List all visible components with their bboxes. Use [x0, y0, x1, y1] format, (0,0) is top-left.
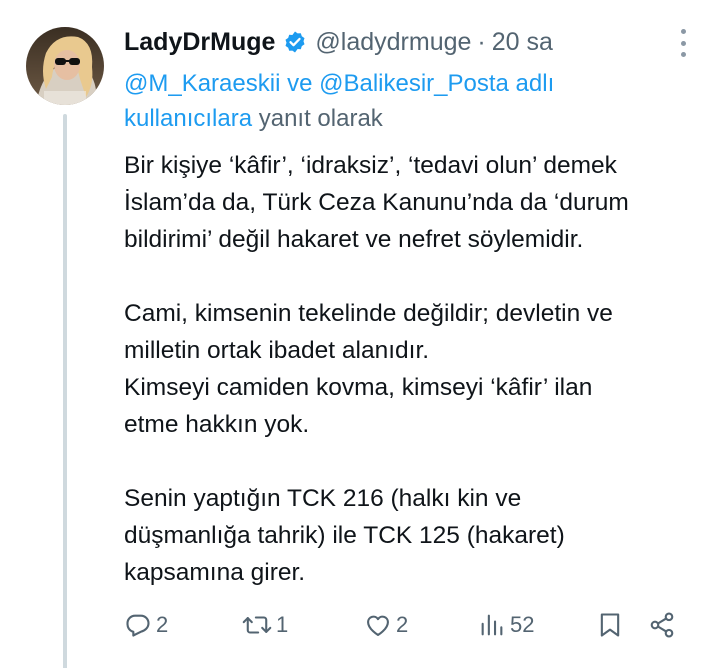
- text-line: Kimseyi camiden kovma, kimseyi ‘kâfir’ i…: [124, 374, 593, 401]
- display-name[interactable]: LadyDrMuge: [124, 28, 275, 57]
- verified-badge-icon: [283, 30, 307, 54]
- reply-context: @M_Karaeskii ve @Balikesir_Posta adlı ku…: [124, 66, 644, 136]
- separator-dot: ·: [477, 27, 486, 56]
- more-icon[interactable]: [678, 29, 688, 57]
- action-bar: 2 1 2 52: [124, 605, 690, 645]
- reply-button[interactable]: 2: [124, 605, 168, 645]
- text-line: bildirimi’ değil hakaret ve nefret söyle…: [124, 226, 584, 253]
- retweet-button[interactable]: 1: [242, 605, 288, 645]
- share-button[interactable]: [648, 605, 676, 645]
- bookmark-icon: [596, 611, 624, 639]
- like-count: 2: [396, 612, 409, 637]
- text-line: milletin ortak ibadet alanıdır.: [124, 337, 430, 364]
- views-button[interactable]: 52: [478, 605, 534, 645]
- retweet-icon: [242, 611, 272, 639]
- timestamp[interactable]: 20 sa: [492, 28, 553, 57]
- text-line: Bir kişiye ‘kâfir’, ‘idraksiz’, ‘tedavi …: [124, 152, 617, 179]
- text-line: etme hakkın yok.: [124, 411, 310, 438]
- reply-connector: ve: [280, 70, 320, 97]
- avatar[interactable]: [26, 27, 104, 105]
- tweet: LadyDrMuge @ladydrmuge · 20 sa @M_Karaes…: [0, 0, 720, 668]
- text-line: düşmanlığa tahrik) ile TCK 125 (hakaret): [124, 522, 565, 549]
- handle[interactable]: @ladydrmuge: [315, 28, 471, 57]
- mention-link-1[interactable]: @M_Karaeskii: [124, 70, 280, 97]
- text-line: İslam’da da, Türk Ceza Kanunu’nda da ‘du…: [124, 189, 629, 216]
- text-line: kapsamına girer.: [124, 559, 306, 586]
- share-icon: [648, 611, 676, 639]
- bookmark-button[interactable]: [596, 605, 624, 645]
- views-count: 52: [510, 612, 535, 637]
- reply-count: 2: [156, 612, 169, 637]
- retweet-count: 1: [276, 612, 289, 637]
- reply-suffix: yanıt olarak: [252, 105, 383, 132]
- text-line: Senin yaptığın TCK 216 (halkı kin ve: [124, 485, 522, 512]
- thread-line: [63, 114, 67, 668]
- like-button[interactable]: 2: [364, 605, 408, 645]
- reply-icon: [124, 611, 152, 639]
- text-line: Cami, kimsenin tekelinde değildir; devle…: [124, 300, 613, 327]
- tweet-text: Bir kişiye ‘kâfir’, ‘idraksiz’, ‘tedavi …: [124, 147, 704, 591]
- views-icon: [478, 611, 506, 639]
- tweet-header: LadyDrMuge @ladydrmuge · 20 sa: [124, 24, 684, 60]
- like-icon: [364, 611, 392, 639]
